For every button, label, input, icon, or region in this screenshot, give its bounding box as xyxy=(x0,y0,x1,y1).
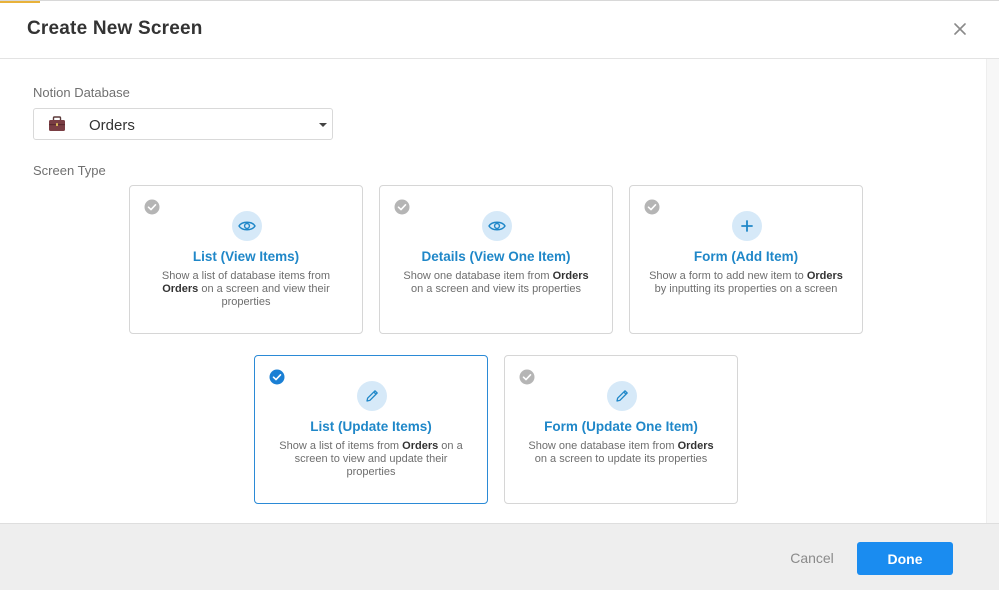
screen-type-card-form-add[interactable]: Form (Add Item) Show a form to add new i… xyxy=(629,185,863,334)
screen-type-label: Screen Type xyxy=(33,163,106,178)
card-description: Show a list of items from Orders on a sc… xyxy=(279,440,463,478)
database-select[interactable]: Orders xyxy=(33,108,333,140)
database-label: Notion Database xyxy=(33,85,130,100)
card-title: Details (View One Item) xyxy=(421,249,571,264)
eye-icon xyxy=(238,221,256,231)
card-description: Show a list of database items from Order… xyxy=(161,270,331,308)
pencil-icon xyxy=(616,390,628,402)
pencil-icon-badge xyxy=(607,381,637,411)
dialog-header: Create New Screen xyxy=(0,1,999,59)
card-title: List (View Items) xyxy=(192,249,300,264)
card-description: Show one database item from Orders on a … xyxy=(403,270,589,295)
card-description: Show one database item from Orders on a … xyxy=(528,440,714,465)
check-circle-icon xyxy=(519,369,535,385)
check-circle-icon xyxy=(144,199,160,215)
card-description: Show a form to add new item to Orders by… xyxy=(649,270,843,295)
card-title: List (Update Items) xyxy=(310,419,432,434)
screen-type-card-list-update[interactable]: List (Update Items) Show a list of items… xyxy=(254,355,488,504)
plus-icon-badge xyxy=(732,211,762,241)
check-circle-icon xyxy=(269,369,285,385)
cancel-button[interactable]: Cancel xyxy=(775,550,849,570)
screen-type-card-details-view[interactable]: Details (View One Item) Show one databas… xyxy=(379,185,613,334)
eye-icon-badge xyxy=(232,211,262,241)
dialog-footer: Cancel Done xyxy=(0,523,999,590)
check-circle-icon xyxy=(394,199,410,215)
close-icon xyxy=(954,23,966,35)
dialog-title: Create New Screen xyxy=(27,18,203,39)
check-circle-icon xyxy=(644,199,660,215)
screen-type-card-list-view[interactable]: List (View Items) Show a list of databas… xyxy=(129,185,363,334)
pencil-icon-badge xyxy=(357,381,387,411)
create-screen-dialog: Create New Screen Notion Database Orders… xyxy=(0,0,999,590)
pencil-icon xyxy=(366,390,378,402)
done-button[interactable]: Done xyxy=(857,542,953,575)
briefcase-icon xyxy=(49,116,65,131)
eye-icon-badge xyxy=(482,211,512,241)
caret-down-icon xyxy=(319,123,327,127)
card-title: Form (Update One Item) xyxy=(544,419,698,434)
screen-type-card-form-update[interactable]: Form (Update One Item) Show one database… xyxy=(504,355,738,504)
eye-icon xyxy=(488,221,506,231)
database-select-value: Orders xyxy=(89,117,135,134)
close-button[interactable] xyxy=(948,17,972,41)
plus-icon xyxy=(741,220,753,232)
card-title: Form (Add Item) xyxy=(693,249,799,264)
scrollbar[interactable] xyxy=(986,59,999,523)
